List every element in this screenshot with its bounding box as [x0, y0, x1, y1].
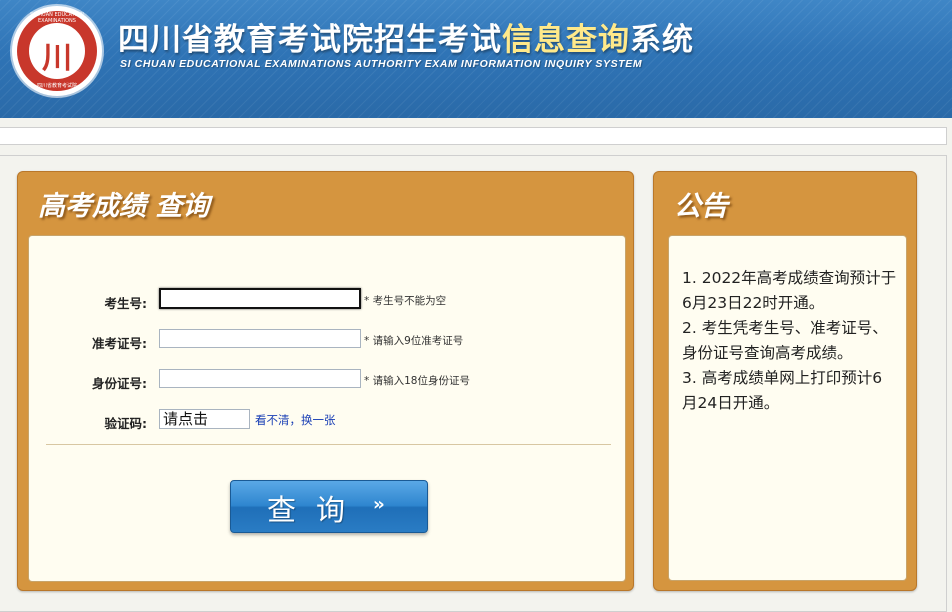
score-query-panel: 高考成绩 查询 考生号: * 考生号不能为空 准考证号: * 请输入9位准考证号…	[17, 171, 634, 591]
query-submit-button[interactable]: 查询 ››	[230, 480, 428, 533]
nav-bar	[0, 127, 947, 145]
notice-list: 1. 2022年高考成绩查询预计于6月23日22时开通。 2. 考生凭考生号、准…	[682, 266, 897, 416]
site-title-part2: 系统	[630, 22, 694, 58]
candidate-number-input[interactable]	[159, 288, 361, 309]
logo-text-bottom: 四川省教育考试院	[36, 83, 77, 89]
notice-panel: 公告 1. 2022年高考成绩查询预计于6月23日22时开通。 2. 考生凭考生…	[653, 171, 917, 591]
site-subtitle: SI CHUAN EDUCATIONAL EXAMINATIONS AUTHOR…	[120, 58, 643, 70]
logo-mark: 川	[42, 41, 72, 76]
admission-ticket-label: 准考证号:	[92, 336, 147, 351]
score-query-form: 考生号: * 考生号不能为空 准考证号: * 请输入9位准考证号 身份证号: *…	[28, 235, 626, 582]
admission-ticket-input[interactable]	[159, 329, 361, 348]
site-header: SICHUAN EDUCATION EXAMINATIONS 川 四川省教育考试…	[0, 0, 952, 118]
notice-body: 1. 2022年高考成绩查询预计于6月23日22时开通。 2. 考生凭考生号、准…	[668, 235, 907, 581]
site-title: 四川省教育考试院招生考试信息查询系统	[118, 14, 694, 59]
form-row-candidate-number: 考生号: * 考生号不能为空	[29, 288, 609, 313]
form-row-id-number: 身份证号: * 请输入18位身份证号	[29, 369, 609, 393]
query-submit-label: 查询	[267, 493, 366, 527]
candidate-number-hint: * 考生号不能为空	[364, 295, 447, 307]
site-title-highlight: 信息查询	[502, 22, 630, 58]
admission-ticket-hint: * 请输入9位准考证号	[364, 335, 464, 347]
candidate-number-label: 考生号:	[104, 296, 148, 311]
form-row-captcha: 验证码: 请点击 看不清，换一张	[29, 409, 609, 433]
logo-inner: 川	[29, 23, 85, 79]
score-query-title: 高考成绩 查询	[38, 191, 210, 222]
form-divider	[46, 444, 611, 445]
notice-item: 1. 2022年高考成绩查询预计于6月23日22时开通。	[682, 269, 897, 312]
id-number-label: 身份证号:	[92, 376, 147, 391]
notice-item: 3. 高考成绩单网上打印预计6月24日开通。	[682, 369, 883, 412]
form-row-admission-ticket: 准考证号: * 请输入9位准考证号	[29, 329, 609, 353]
captcha-label: 验证码:	[104, 416, 148, 431]
id-number-input[interactable]	[159, 369, 361, 388]
notice-item: 2. 考生凭考生号、准考证号、身份证号查询高考成绩。	[682, 319, 888, 362]
site-logo: SICHUAN EDUCATION EXAMINATIONS 川 四川省教育考试…	[12, 6, 102, 96]
double-chevron-right-icon: ››	[373, 494, 385, 515]
site-title-part1: 四川省教育考试院招生考试	[118, 22, 502, 58]
notice-title: 公告	[674, 191, 728, 222]
id-number-hint: * 请输入18位身份证号	[364, 375, 470, 387]
captcha-input[interactable]: 请点击	[159, 409, 250, 429]
captcha-refresh-link[interactable]: 看不清，换一张	[255, 412, 336, 428]
